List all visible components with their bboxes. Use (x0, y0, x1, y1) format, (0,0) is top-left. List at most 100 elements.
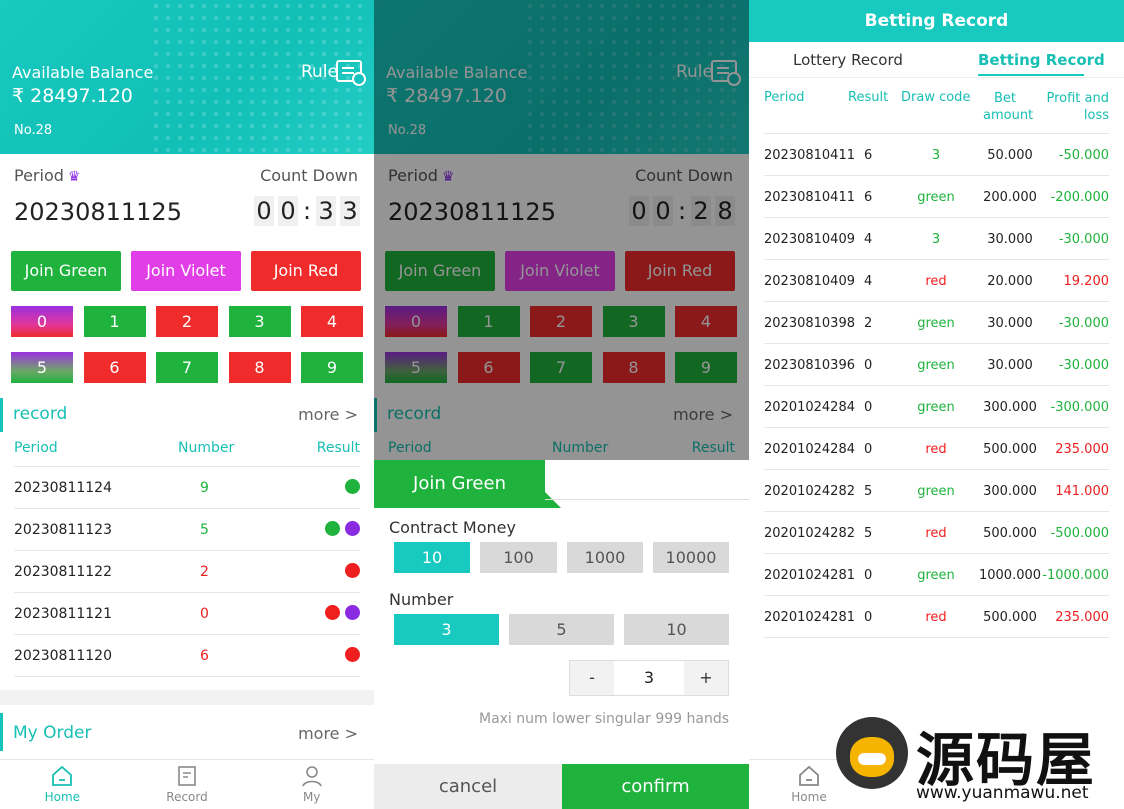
number-button-2[interactable]: 2 (156, 306, 218, 337)
row-bet-amount: 300.000 (983, 484, 1037, 499)
row-period: 20201024284 (764, 400, 855, 415)
row-bet-amount: 30.000 (987, 358, 1033, 373)
contract-option[interactable]: 100 (480, 542, 557, 573)
number-row: 0 1 2 3 4 (11, 306, 374, 337)
table-row: 20230810398 2 green 30.000 -30.000 (764, 301, 1109, 343)
table-row: 20230810411 6 green 200.000 -200.000 (764, 175, 1109, 217)
contract-option[interactable]: 1000 (567, 542, 643, 573)
multiplier-option[interactable]: 5 (509, 614, 614, 645)
modal-backdrop[interactable] (374, 0, 749, 460)
row-number: 5 (200, 522, 209, 538)
countdown-digit: 3 (340, 196, 360, 226)
tab-lottery-record[interactable]: Lottery Record (793, 51, 903, 69)
table-row: 20230811124 9 (14, 466, 360, 508)
record-more-link[interactable]: more > (298, 405, 358, 424)
balance-value: ₹ 28497.120 (12, 85, 133, 107)
section-accent (0, 398, 3, 432)
rule-icon[interactable] (336, 60, 366, 86)
tab-record[interactable]: Record (125, 760, 250, 809)
row-result: 6 (864, 148, 873, 163)
row-number: 6 (200, 648, 209, 664)
cancel-button[interactable]: cancel (374, 764, 562, 809)
row-period: 20230811122 (14, 564, 112, 580)
row-profit-loss: 235.000 (1055, 610, 1109, 625)
row-period: 20230811124 (14, 480, 112, 496)
col-header-draw-code: Draw code (901, 90, 971, 105)
number-button-4[interactable]: 4 (301, 306, 363, 337)
row-draw-code: green (917, 190, 955, 205)
number-button-0[interactable]: 0 (11, 306, 73, 337)
rule-link[interactable]: Rule (301, 62, 338, 82)
table-row: 20201024284 0 green 300.000 -300.000 (764, 385, 1109, 427)
join-green-button[interactable]: Join Green (11, 251, 121, 291)
table-row: 20230811120 6 (14, 634, 360, 676)
row-bet-amount: 500.000 (983, 526, 1037, 541)
row-period: 20230810411 (764, 190, 855, 205)
multiplier-option[interactable]: 3 (394, 614, 499, 645)
row-profit-loss: -30.000 (1058, 232, 1109, 247)
row-result: 5 (864, 526, 873, 541)
tab-home[interactable]: Home (0, 760, 125, 809)
number-row: 5 6 7 8 9 (11, 352, 374, 383)
sheet-actions: cancel confirm (374, 764, 749, 809)
number-button-8[interactable]: 8 (228, 352, 291, 383)
record-icon (178, 766, 196, 786)
contract-option[interactable]: 10000 (653, 542, 729, 573)
row-bet-amount: 50.000 (987, 148, 1033, 163)
my-order-title: My Order (13, 723, 92, 743)
row-period: 20230810411 (764, 148, 855, 163)
row-period: 20201024281 (764, 610, 855, 625)
room-number: No.28 (14, 123, 53, 138)
row-period: 20230810409 (764, 232, 855, 247)
contract-option[interactable]: 10 (394, 542, 470, 573)
tab-my[interactable]: My (249, 760, 374, 809)
row-profit-loss: -200.000 (1050, 190, 1109, 205)
col-header-result: Result (848, 90, 889, 105)
countdown-digit: 0 (278, 196, 298, 226)
period-number: 20230811125 (14, 198, 182, 226)
watermark: 源码屋 www.yuanmawu.net (836, 713, 1116, 805)
quantity-value[interactable]: 3 (614, 661, 684, 695)
row-bet-amount: 300.000 (983, 400, 1037, 415)
row-draw-code: green (917, 484, 955, 499)
row-bet-amount: 1000.000 (978, 568, 1042, 583)
number-button-3[interactable]: 3 (228, 306, 291, 337)
row-profit-loss: -300.000 (1050, 400, 1109, 415)
number-options: 3 5 10 (394, 614, 729, 645)
row-result: 0 (864, 568, 873, 583)
table-row: 20201024284 0 red 500.000 235.000 (764, 427, 1109, 469)
row-draw-code: red (925, 610, 947, 625)
multiplier-option[interactable]: 10 (624, 614, 729, 645)
decrement-button[interactable]: - (570, 661, 614, 695)
row-number: 0 (200, 606, 209, 622)
number-button-1[interactable]: 1 (83, 306, 146, 337)
number-button-5[interactable]: 5 (11, 352, 73, 383)
countdown-digit: 3 (316, 196, 336, 226)
table-row: 20230810409 4 3 30.000 -30.000 (764, 217, 1109, 259)
join-red-button[interactable]: Join Red (251, 251, 361, 291)
row-draw-code: 3 (931, 148, 941, 163)
number-button-9[interactable]: 9 (301, 352, 363, 383)
join-violet-button[interactable]: Join Violet (131, 251, 241, 291)
countdown-digit: 0 (254, 196, 274, 226)
tab-label: Home (791, 790, 827, 804)
col-header-period: Period (764, 90, 805, 105)
row-profit-loss: 19.200 (1063, 274, 1110, 289)
violet-dot (345, 521, 360, 536)
my-order-more-link[interactable]: more > (298, 724, 358, 743)
section-accent (0, 713, 3, 751)
increment-button[interactable]: + (684, 661, 728, 695)
page-title: Betting Record (749, 0, 1124, 42)
balance-label: Available Balance (12, 63, 154, 82)
violet-dot (345, 605, 360, 620)
number-button-7[interactable]: 7 (156, 352, 218, 383)
result-dots (340, 563, 360, 578)
confirm-button[interactable]: confirm (562, 764, 749, 809)
tab-betting-record[interactable]: Betting Record (978, 51, 1105, 69)
row-period: 20201024282 (764, 526, 855, 541)
row-draw-code: green (917, 358, 955, 373)
number-button-6[interactable]: 6 (83, 352, 146, 383)
col-header-profit-loss: Profit and loss (1046, 91, 1110, 123)
countdown-colon: : (302, 197, 312, 225)
countdown-digits: 0 0 : 3 3 (250, 196, 360, 226)
